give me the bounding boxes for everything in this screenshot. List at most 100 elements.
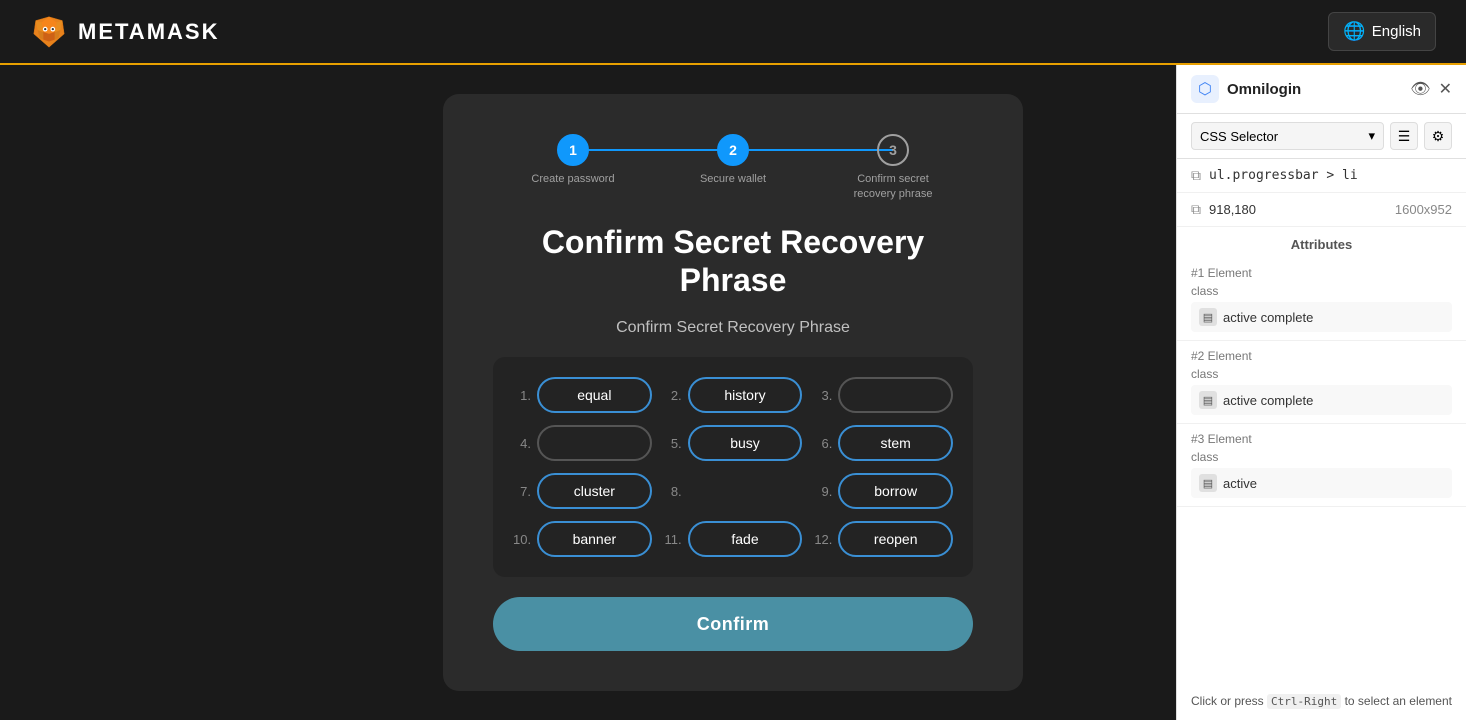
word-num-8: 8. xyxy=(664,484,682,499)
omnilogin-header: ⬡ Omnilogin 👁 ✕ xyxy=(1177,65,1466,114)
element-3-label: #3 Element xyxy=(1191,432,1452,446)
topbar: METAMASK 🌐 English xyxy=(0,0,1466,65)
attributes-header: Attributes xyxy=(1177,227,1466,258)
logo-area: METAMASK xyxy=(30,13,219,51)
word-item-9: 9. borrow xyxy=(814,473,953,509)
word-item-8: 8. xyxy=(664,473,803,509)
word-num-10: 10. xyxy=(513,532,531,547)
word-box-1[interactable]: equal xyxy=(537,377,652,413)
word-box-3[interactable] xyxy=(838,377,953,413)
element-1-block: #1 Element class ▤ active complete xyxy=(1177,258,1466,341)
word-box-9[interactable]: borrow xyxy=(838,473,953,509)
step-2: 2 Secure wallet xyxy=(653,134,813,187)
step-3-label: Confirm secret recovery phrase xyxy=(848,172,938,203)
progress-stepper: 1 Create password 2 Secure wallet 3 Conf… xyxy=(493,134,973,203)
omnilogin-icon: ⬡ xyxy=(1191,75,1219,103)
word-box-12[interactable]: reopen xyxy=(838,521,953,557)
word-item-3: 3. xyxy=(814,377,953,413)
element-1-class-row: ▤ active complete xyxy=(1191,302,1452,332)
word-item-1: 1. equal xyxy=(513,377,652,413)
step-1-connector xyxy=(573,149,733,151)
element-1-class-label: class xyxy=(1191,284,1452,298)
chevron-down-icon: ▾ xyxy=(1368,128,1375,144)
word-box-7[interactable]: cluster xyxy=(537,473,652,509)
element-3-class-value: active xyxy=(1223,476,1257,491)
page-heading-sub: Confirm Secret Recovery Phrase xyxy=(616,319,850,337)
omnilogin-title: Omnilogin xyxy=(1227,81,1402,98)
word-box-11[interactable]: fade xyxy=(688,521,803,557)
element-3-class-row: ▤ active xyxy=(1191,468,1452,498)
confirm-button[interactable]: Confirm xyxy=(493,597,973,651)
footer-kbd: Ctrl-Right xyxy=(1267,694,1341,709)
element-3-class-icon: ▤ xyxy=(1199,474,1217,492)
step-3-circle: 3 xyxy=(877,134,909,166)
element-1-class-icon: ▤ xyxy=(1199,308,1217,326)
dimensions-value: 1600x952 xyxy=(1395,202,1452,217)
eye-icon[interactable]: 👁 xyxy=(1410,79,1430,99)
copy-coords-icon[interactable]: ⧉ xyxy=(1191,201,1201,218)
element-1-class-value: active complete xyxy=(1223,310,1313,325)
word-item-10: 10. banner xyxy=(513,521,652,557)
step-1: 1 Create password xyxy=(493,134,653,187)
word-num-7: 7. xyxy=(513,484,531,499)
word-num-9: 9. xyxy=(814,484,832,499)
element-1-label: #1 Element xyxy=(1191,266,1452,280)
step-1-circle: 1 xyxy=(557,134,589,166)
word-item-11: 11. fade xyxy=(664,521,803,557)
element-2-label: #2 Element xyxy=(1191,349,1452,363)
metamask-fox-icon xyxy=(30,13,68,51)
footer-text-1: Click or press xyxy=(1191,694,1267,708)
word-num-6: 6. xyxy=(814,436,832,451)
word-box-6[interactable]: stem xyxy=(838,425,953,461)
word-num-4: 4. xyxy=(513,436,531,451)
css-selector-dropdown[interactable]: CSS Selector ▾ xyxy=(1191,122,1384,150)
omnilogin-panel: ⬡ Omnilogin 👁 ✕ CSS Selector ▾ ☰ ⚙ ⧉ ul.… xyxy=(1176,65,1466,720)
omnilogin-toolbar: CSS Selector ▾ ☰ ⚙ xyxy=(1177,114,1466,159)
word-num-1: 1. xyxy=(513,388,531,403)
css-selector-label: CSS Selector xyxy=(1200,129,1278,144)
metamask-logo-text: METAMASK xyxy=(78,19,219,45)
recovery-card: 1 Create password 2 Secure wallet 3 Conf… xyxy=(443,94,1023,692)
selector-row: ⧉ ul.progressbar > li xyxy=(1177,159,1466,193)
word-grid: 1. equal 2. history 3. 4. 5. busy 6. xyxy=(493,357,973,577)
list-view-icon[interactable]: ☰ xyxy=(1390,122,1418,150)
element-2-block: #2 Element class ▤ active complete xyxy=(1177,341,1466,424)
element-2-class-label: class xyxy=(1191,367,1452,381)
word-box-4[interactable] xyxy=(537,425,652,461)
element-3-class-label: class xyxy=(1191,450,1452,464)
step-2-connector xyxy=(733,149,893,151)
footer-text-2: to select an element xyxy=(1345,694,1452,708)
word-item-5: 5. busy xyxy=(664,425,803,461)
step-3: 3 Confirm secret recovery phrase xyxy=(813,134,973,203)
element-3-block: #3 Element class ▤ active xyxy=(1177,424,1466,507)
close-icon[interactable]: ✕ xyxy=(1439,79,1452,99)
element-2-class-icon: ▤ xyxy=(1199,391,1217,409)
word-box-10[interactable]: banner xyxy=(537,521,652,557)
word-box-5[interactable]: busy xyxy=(688,425,803,461)
word-num-5: 5. xyxy=(664,436,682,451)
copy-icon[interactable]: ⧉ xyxy=(1191,167,1201,184)
settings-icon[interactable]: ⚙ xyxy=(1424,122,1452,150)
language-label: English xyxy=(1372,23,1421,40)
omnilogin-header-icons: 👁 ✕ xyxy=(1410,79,1452,99)
word-num-2: 2. xyxy=(664,388,682,403)
language-selector[interactable]: 🌐 English xyxy=(1328,12,1436,51)
main-content: 1 Create password 2 Secure wallet 3 Conf… xyxy=(0,65,1466,720)
word-item-12: 12. reopen xyxy=(814,521,953,557)
word-box-8[interactable] xyxy=(688,473,803,509)
word-item-6: 6. stem xyxy=(814,425,953,461)
step-2-label: Secure wallet xyxy=(700,172,766,187)
word-num-11: 11. xyxy=(664,532,682,547)
coords-row: ⧉ 918,180 1600x952 xyxy=(1177,193,1466,227)
element-2-class-row: ▤ active complete xyxy=(1191,385,1452,415)
page-heading-main: Confirm Secret Recovery Phrase xyxy=(493,223,973,300)
step-1-label: Create password xyxy=(531,172,614,187)
step-2-circle: 2 xyxy=(717,134,749,166)
word-item-4: 4. xyxy=(513,425,652,461)
word-box-2[interactable]: history xyxy=(688,377,803,413)
globe-icon: 🌐 xyxy=(1343,21,1365,42)
word-item-2: 2. history xyxy=(664,377,803,413)
topbar-right: 🌐 English xyxy=(1328,12,1436,51)
word-num-3: 3. xyxy=(814,388,832,403)
omnilogin-footer: Click or press Ctrl-Right to select an e… xyxy=(1177,682,1466,720)
